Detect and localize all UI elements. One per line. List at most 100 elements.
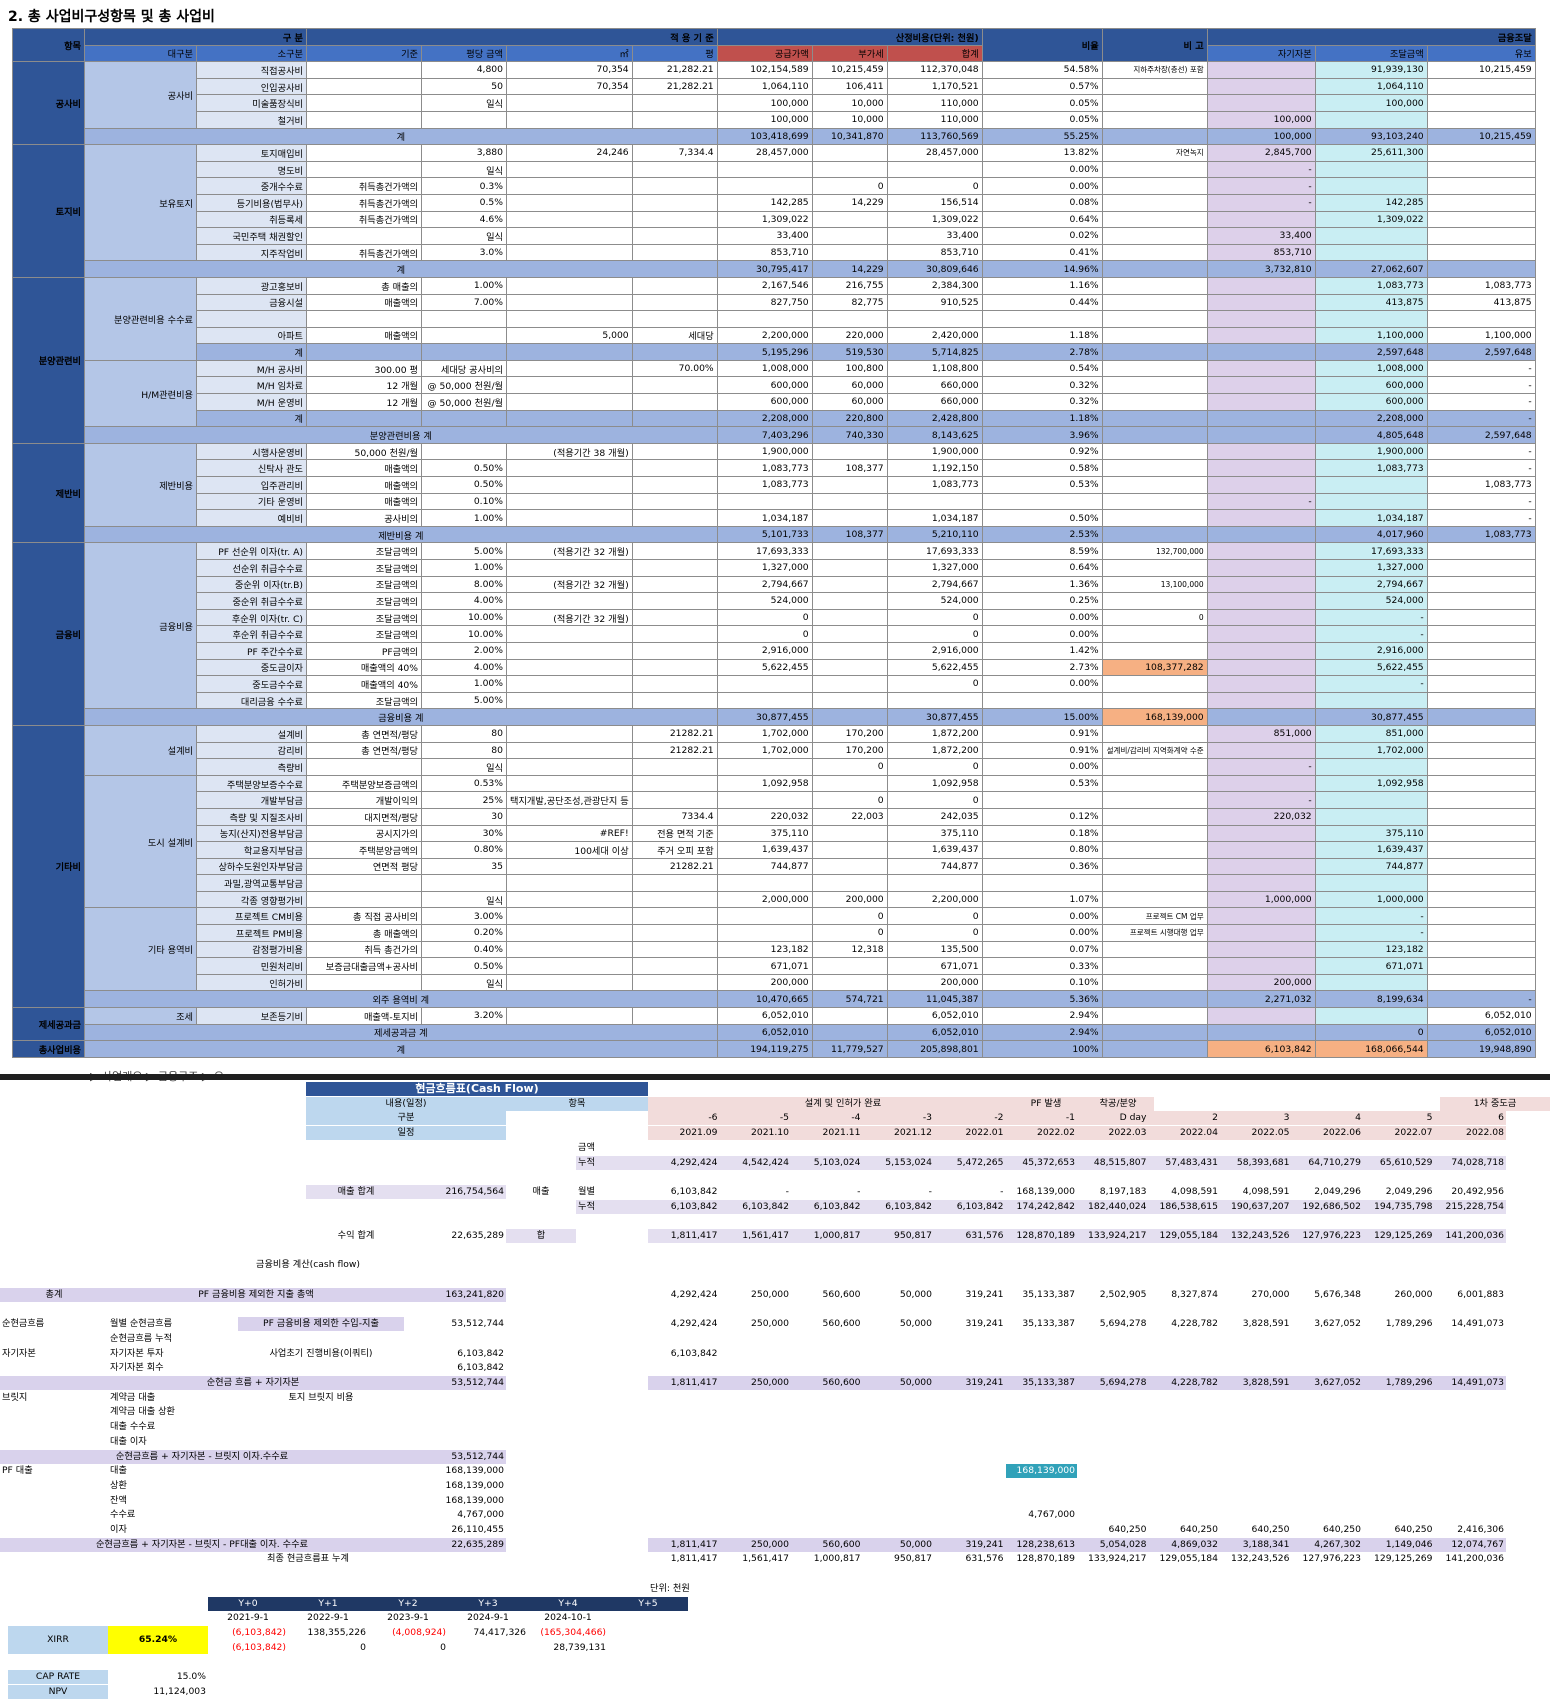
vat-value [811,559,888,577]
funded-value: 91,939,130 [1314,61,1428,79]
sales-total-label: 매출 합계 [306,1184,406,1199]
cost-unit-price: 3,880 [421,144,507,162]
note-value [1101,940,1208,959]
ratio-value: 54.58% [981,61,1103,79]
note-value [1101,492,1208,511]
equity-value [1206,293,1316,312]
header-content: 내용(일정) [306,1096,506,1111]
cashflow-sheet: 현금흐름표(Cash Flow) 내용(일정) 항목 설계 및 인허가 완료 PF 발생… [0,1082,1550,1700]
reserve-value [1426,907,1536,926]
cost-row: 철거비 100,000 10,000 110,000 0.05% 100,000 [13,110,1536,129]
sum-value: 242,035 [886,807,983,826]
ratio-value: 1.16% [981,276,1103,295]
vat-value: 10,000 [811,110,888,129]
supply-value: 100,000 [716,110,813,129]
note-value [1101,310,1208,328]
cost-unit-price: 0.50% [421,957,507,975]
ratio-value: 0.00% [981,160,1103,179]
sales-cum-value: 6,103,842 [791,1199,863,1214]
ratio-value [981,874,1103,892]
cost-m2 [506,376,633,395]
cost-row: 지주작업비 취득총건가액의 3.0% 853,710 853,710 0.41% 853,7… [13,243,1536,262]
ratio-value: 0.00% [981,625,1103,643]
cost-row: 기타비 설계비 설계비 총 연면적/평당 80 21282.21 1,702,000 170,… [12,724,1536,1009]
funded-value: 1,083,773 [1314,276,1428,295]
header-vat: 부가세 [811,44,888,63]
cost-row: 개발부담금 개발이익의 25% 택지개발,공단조성,관광단지 등 00 - [13,791,1536,809]
note-value [1101,1023,1208,1042]
pf-row-value: 26,110,455 [451,1524,504,1535]
equity-value: - [1206,160,1316,179]
equity-value [1206,343,1316,361]
cost-m2: 5,000 [506,326,633,345]
cost-cum-value: 45,372,653 [1005,1155,1077,1170]
cost-unit-price: 4,800 [421,61,507,79]
cost-m2 [506,874,633,892]
net-equity-month: 1,789,296 [1363,1376,1435,1390]
reserve-value [1426,94,1536,112]
cost-row: 아파트 매출액의 5,000 세대당 2,200,000 220,000 2,420,000… [13,326,1536,345]
period-date: 2022.08 [1434,1126,1506,1141]
profit-total: 22,635,289 [451,1230,504,1241]
sum-value: 0 [886,907,983,926]
cost-m2: 70,354 [506,77,633,96]
note-value [1101,393,1208,411]
cost-basis: 대지면적/평당 [306,807,422,826]
ratio-value: 0.12% [981,807,1103,826]
cost-item: 중도금수수료 [196,675,307,693]
reserve-value: 10,215,459 [1426,61,1536,79]
ratio-value: 5.36% [981,990,1103,1009]
vat-value [811,542,888,560]
net-equity-month: 4,228,782 [1148,1376,1220,1390]
cost-subcategory: 제반비용 [84,442,197,527]
funded-value: 524,000 [1314,592,1428,610]
funded-value: 1,092,958 [1314,774,1428,793]
cost-m2 [506,94,633,112]
final-month-value: 560,600 [791,1537,863,1552]
vat-value [811,476,888,494]
supply-value: 2,916,000 [716,641,813,660]
sales-total-value: 216,754,564 [406,1184,506,1199]
ratio-value: 0.00% [981,177,1103,195]
cost-item: 시행사운영비 [196,442,307,461]
cost-m2: (적용기간 32 개월) [506,575,633,594]
reserve-value [1426,957,1536,975]
funded-value: 413,875 [1314,293,1428,312]
ratio-value [981,310,1103,328]
cost-row: 금융비 금융비용 PF 선순위 이자(tr. A) 조달금액의 5.00% (적용기간 3… [12,542,1536,726]
equity-value: - [1206,492,1316,511]
cost-basis: 12 개월 [306,393,422,411]
cost-row: 중도금수수료 매출액의 40% 1.00% 0 0.00% - [13,675,1536,693]
cap-rate-value: 15.0% [176,1671,206,1682]
note-value [1101,824,1208,843]
cost-unit-price: 0.80% [421,841,507,859]
cost-basis: 매출액-토지비 [306,1007,422,1025]
cost-unit-price: 세대당 공사비의 [421,359,507,378]
note-value [1101,807,1208,826]
sum-value: 30,877,455 [886,708,983,726]
vat-value [811,691,888,710]
interest-month-value: 640,250 [1108,1524,1147,1535]
header-item: 항목 [12,27,85,63]
ratio-value: 0.02% [981,227,1103,245]
sum-value: 524,000 [886,592,983,610]
supply-value: 2,200,000 [716,326,813,345]
cost-pyeong [631,907,718,926]
cost-basis: 보증금대출금액+공사비 [306,957,422,975]
vat-value [811,841,888,859]
cost-m2 [506,509,633,527]
funded-value: 1,639,437 [1314,841,1428,859]
cost-pyeong [631,160,718,179]
period-date: 2021.10 [719,1126,791,1141]
reserve-value: - [1426,459,1536,478]
note-value [1101,94,1208,112]
vat-value [811,509,888,527]
vat-value [811,575,888,594]
vat-value: 216,755 [811,276,888,295]
funded-value: 168,066,544 [1314,1040,1428,1058]
irr-year: Y+5 [608,1596,688,1611]
cost-item: 주택분양보증수수료 [196,774,307,793]
equity-value [1206,874,1316,892]
cost-m2 [506,924,633,942]
bridge-label: 브릿지 [2,1391,28,1403]
